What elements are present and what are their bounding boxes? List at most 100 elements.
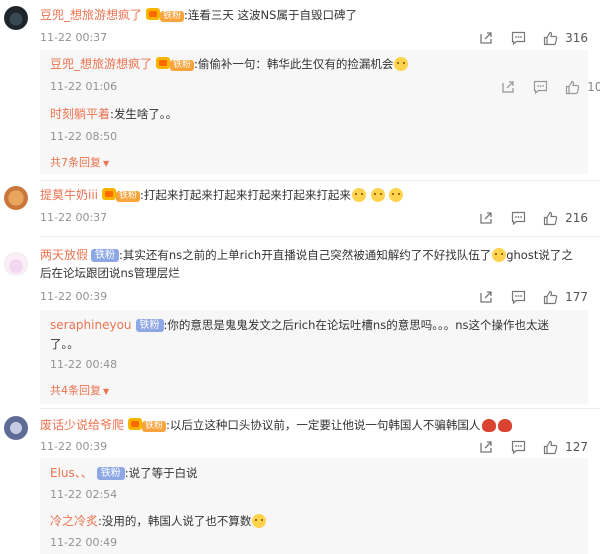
like-icon[interactable] (539, 289, 561, 305)
comment-text: 后在论坛跟团说ns管理层烂 (40, 266, 180, 280)
reply-actions: 101 (487, 79, 600, 95)
emoji-icon (389, 188, 404, 202)
emoji-icon (394, 57, 409, 71)
fan-badge: 铁粉 (142, 421, 167, 432)
like-icon[interactable] (539, 30, 561, 46)
comment-text-line: 废话少说给爷爬 铁粉:以后立这种口头协议前，一定要让他说一句韩国人不骗韩国人 (40, 417, 513, 433)
reply-time: 11-22 00:48 (50, 358, 118, 371)
share-icon[interactable] (475, 30, 497, 46)
more-replies-label: 共7条回复 (50, 156, 101, 169)
comment-text: :以后立这种口头协议前，一定要让他说一句韩国人不骗韩国人 (166, 418, 481, 432)
fan-badge: 铁粉 (135, 319, 164, 332)
comment-icon[interactable] (507, 439, 529, 455)
comment-time: 11-22 00:37 (40, 211, 108, 224)
emoji-icon (252, 514, 267, 528)
like-count: 127 (565, 440, 588, 454)
vip-badge-icon (146, 8, 161, 20)
username[interactable]: 提莫牛奶iii (40, 188, 98, 202)
reply-time: 11-22 08:50 (50, 130, 118, 143)
reply-time: 11-22 02:54 (50, 488, 118, 501)
like-count: 177 (565, 290, 588, 304)
share-icon[interactable] (475, 439, 497, 455)
avatar[interactable] (4, 186, 28, 210)
emoji-icon (492, 248, 507, 262)
share-icon[interactable] (475, 289, 497, 305)
reply-username[interactable]: 时刻躺平着 (50, 107, 110, 121)
share-icon[interactable] (497, 79, 519, 95)
comment-actions: 177 (465, 289, 588, 305)
share-icon[interactable] (475, 210, 497, 226)
reply-text: :没用的，韩国人说了也不算数 (98, 514, 252, 528)
reply-username[interactable]: 冷之冷炙 (50, 514, 98, 528)
avatar[interactable] (4, 252, 28, 276)
comment-item: 豆兜_想旅游想疯了 铁粉:连看三天 这波NS属于自毁口碑了 11-22 00:37… (0, 0, 600, 174)
comment-text-line: 提莫牛奶iii 铁粉:打起来打起来打起来打起来打起来打起来 (40, 187, 404, 203)
reply-box: Elus、、 铁粉:说了等于白说 11-22 02:54 冷之冷炙:没用的，韩国人… (40, 458, 588, 554)
avatar[interactable] (4, 6, 28, 30)
comment-icon[interactable] (529, 79, 551, 95)
reply-box: seraphineyou 铁粉:你的意思是鬼鬼发文之后rich在论坛吐槽ns的意思… (40, 310, 588, 404)
reply-text: :说了等于白说 (124, 466, 198, 480)
reply-username[interactable]: 豆兜_想旅游想疯了 (50, 57, 152, 71)
comment-icon[interactable] (507, 210, 529, 226)
username[interactable]: 废话少说给爷爬 (40, 418, 124, 432)
chevron-down-icon: ▼ (103, 159, 110, 168)
vip-badge-icon (102, 188, 117, 200)
reply-box: 豆兜_想旅游想疯了 铁粉:偷偷补一句：韩华此生仅有的捡漏机会 11-22 01:0… (40, 50, 600, 174)
like-icon[interactable] (561, 79, 583, 95)
reply-username[interactable]: seraphineyou (50, 318, 132, 332)
like-count: 101 (587, 80, 600, 94)
comment-time: 11-22 00:37 (40, 31, 108, 44)
comment-item: 废话少说给爷爬 铁粉:以后立这种口头协议前，一定要让他说一句韩国人不骗韩国人 11… (0, 408, 600, 554)
comment-text: :其实还有ns之前的上单rich开直播说自己突然被通知解约了不好找队伍了 (119, 248, 492, 262)
reply-text-line: seraphineyou 铁粉:你的意思是鬼鬼发文之后rich在论坛吐槽ns的意思… (50, 317, 549, 333)
comment-item: 提莫牛奶iii 铁粉:打起来打起来打起来打起来打起来打起来 11-22 00:37… (0, 180, 600, 230)
reply-time: 11-22 00:49 (50, 536, 118, 549)
comment-actions: 127 (465, 439, 588, 455)
comment-actions: 316 (465, 30, 588, 46)
reply-text: :偷偷补一句：韩华此生仅有的捡漏机会 (194, 57, 394, 71)
reply-text: 了。。 (50, 337, 79, 351)
comment-text-line: 两天放假 铁粉:其实还有ns之前的上单rich开直播说自己突然被通知解约了不好找队… (40, 247, 573, 263)
comment-text-line: 豆兜_想旅游想疯了 铁粉:连看三天 这波NS属于自毁口碑了 (40, 7, 357, 23)
chevron-down-icon: ▼ (103, 387, 110, 396)
username[interactable]: 豆兜_想旅游想疯了 (40, 8, 142, 22)
comment-item: 两天放假 铁粉:其实还有ns之前的上单rich开直播说自己突然被通知解约了不好找队… (0, 236, 600, 404)
comment-icon[interactable] (507, 289, 529, 305)
fan-badge: 铁粉 (160, 11, 185, 22)
fan-badge: 铁粉 (91, 249, 120, 262)
like-count: 216 (565, 211, 588, 225)
crab-emoji-icon (498, 419, 513, 432)
reply-text-line: Elus、、 铁粉:说了等于白说 (50, 465, 198, 481)
like-icon[interactable] (539, 439, 561, 455)
comment-actions: 216 (465, 210, 588, 226)
reply-text: :你的意思是鬼鬼发文之后rich在论坛吐槽ns的意思吗。。。ns这个操作也太迷 (163, 318, 549, 332)
emoji-icon (370, 188, 385, 202)
vip-badge-icon (128, 418, 143, 430)
comment-time: 11-22 00:39 (40, 440, 108, 453)
fan-badge: 铁粉 (170, 60, 195, 71)
more-replies-link[interactable]: 共4条回复 ▼ (50, 382, 109, 398)
comment-text: :连看三天 这波NS属于自毁口碑了 (184, 8, 357, 22)
reply-text-line: 了。。 (50, 336, 79, 352)
reply-text-line: 时刻躺平着:发生啥了。。 (50, 106, 177, 122)
fan-badge: 铁粉 (116, 191, 141, 202)
reply-username[interactable]: Elus、、 (50, 466, 93, 480)
reply-time: 11-22 01:06 (50, 80, 118, 93)
more-replies-link[interactable]: 共7条回复 ▼ (50, 154, 109, 170)
more-replies-label: 共4条回复 (50, 384, 101, 397)
comment-text-tail: ghost说了之 (506, 248, 573, 262)
reply-text-line: 豆兜_想旅游想疯了 铁粉:偷偷补一句：韩华此生仅有的捡漏机会 (50, 56, 409, 72)
reply-text: :发生啥了。。 (110, 107, 178, 121)
vip-badge-icon (156, 57, 171, 69)
comment-text-line: 后在论坛跟团说ns管理层烂 (40, 265, 180, 281)
reply-text-line: 冷之冷炙:没用的，韩国人说了也不算数 (50, 513, 267, 529)
like-icon[interactable] (539, 210, 561, 226)
username[interactable]: 两天放假 (40, 248, 88, 262)
comment-icon[interactable] (507, 30, 529, 46)
like-count: 316 (565, 31, 588, 45)
avatar[interactable] (4, 416, 28, 440)
fan-badge: 铁粉 (96, 467, 125, 480)
comment-text: :打起来打起来打起来打起来打起来打起来 (140, 188, 351, 202)
emoji-icon (351, 188, 366, 202)
